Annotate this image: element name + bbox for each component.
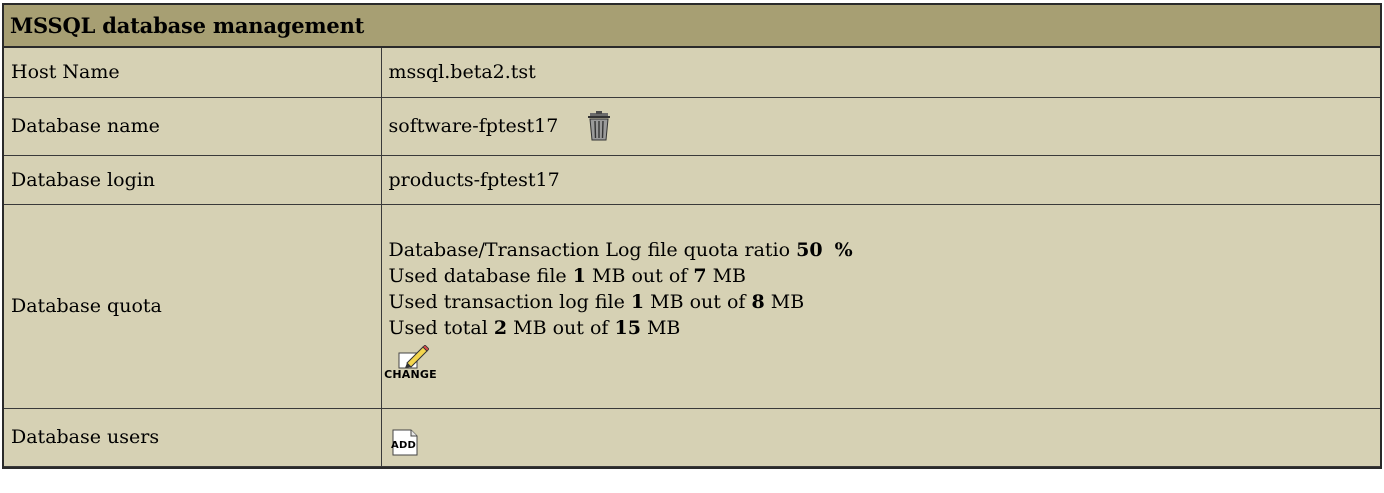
table-row-database-name: Database name software-fptest17 bbox=[4, 96, 1380, 156]
panel-title: MSSQL database management bbox=[4, 5, 1380, 48]
database-login-label: Database login bbox=[4, 154, 382, 205]
table-row-database-login: Database login products-fptest17 bbox=[4, 154, 1380, 205]
quota-ratio-unit: % bbox=[834, 239, 853, 261]
database-name-cell: software-fptest17 bbox=[380, 96, 1380, 156]
database-name-label: Database name bbox=[4, 96, 382, 156]
database-quota-label: Database quota bbox=[4, 203, 382, 409]
database-quota-cell: Database/Transaction Log file quota rati… bbox=[380, 203, 1380, 409]
database-name-value: software-fptest17 bbox=[388, 115, 559, 137]
quota-ratio-line: Database/Transaction Log file quota rati… bbox=[388, 239, 853, 261]
database-details-table: Host Name mssql.beta2.tst Database name … bbox=[4, 48, 1380, 467]
table-row-host: Host Name mssql.beta2.tst bbox=[4, 48, 1380, 98]
used-transaction-log-line: Used transaction log file 1 MB out of 8 … bbox=[388, 291, 805, 313]
table-row-database-users: Database users ADD bbox=[4, 407, 1380, 467]
trash-icon[interactable] bbox=[586, 111, 612, 141]
change-button-label: CHANGE bbox=[384, 368, 437, 381]
used-database-file-line: Used database file 1 MB out of 7 MB bbox=[388, 265, 747, 287]
pencil-edit-icon bbox=[398, 345, 429, 369]
database-login-value: products-fptest17 bbox=[380, 154, 1380, 205]
table-row-database-quota: Database quota Database/Transaction Log … bbox=[4, 203, 1380, 409]
change-quota-button[interactable]: CHANGE bbox=[384, 345, 437, 381]
host-name-value: mssql.beta2.tst bbox=[380, 48, 1380, 98]
add-button-label: ADD bbox=[391, 439, 416, 451]
mssql-management-panel: MSSQL database management Host Name mssq… bbox=[2, 3, 1382, 469]
database-users-label: Database users bbox=[4, 407, 382, 467]
quota-ratio-value: 50 bbox=[796, 239, 823, 261]
used-total-line: Used total 2 MB out of 15 MB bbox=[388, 317, 681, 339]
add-user-button[interactable]: ADD bbox=[389, 427, 419, 457]
host-name-label: Host Name bbox=[4, 48, 382, 98]
database-users-cell: ADD bbox=[380, 407, 1380, 467]
